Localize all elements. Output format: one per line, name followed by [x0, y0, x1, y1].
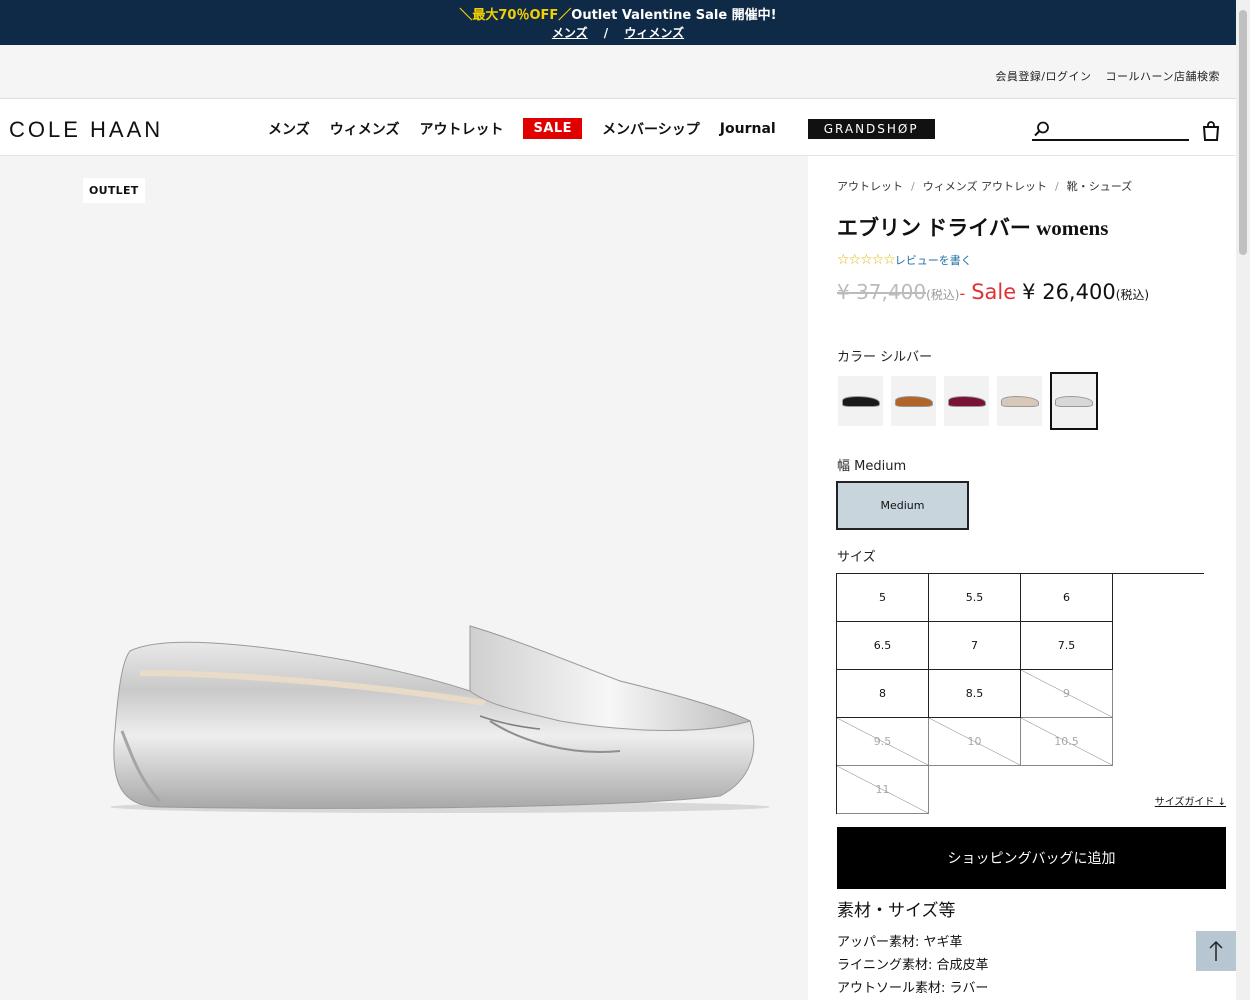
- swatch-shoe-image: [1000, 395, 1039, 407]
- material-lining: ライニング素材: 合成皮革: [837, 958, 989, 973]
- main-nav: メンズ ウィメンズ アウトレット SALE メンバーシップ Journal GR…: [258, 118, 945, 139]
- color-swatch-beige[interactable]: [997, 376, 1042, 426]
- tax-note: (税込): [1115, 288, 1150, 302]
- back-to-top-button[interactable]: [1196, 931, 1236, 971]
- login-link[interactable]: 会員登録/ログイン: [995, 70, 1091, 83]
- product-gallery: OUTLET: [0, 156, 808, 1000]
- nav-membership[interactable]: メンバーシップ: [602, 119, 700, 139]
- rating: ☆☆☆☆☆レビューを書く: [837, 252, 972, 268]
- breadcrumb-shoes[interactable]: 靴・シューズ: [1067, 180, 1132, 193]
- breadcrumb: アウトレット / ウィメンズ アウトレット / 靴・シューズ: [837, 178, 1132, 194]
- size-option[interactable]: 6: [1021, 574, 1113, 622]
- size-option: 11: [837, 766, 929, 814]
- size-option[interactable]: 6.5: [837, 622, 929, 670]
- add-to-bag-button[interactable]: ショッピングバッグに追加: [837, 827, 1226, 889]
- promo-links: メンズ / ウィメンズ: [0, 24, 1236, 41]
- size-grid: 5 5.5 6 6.5 7 7.5 8 8.5 9 9.5 10 10.5 11: [836, 573, 1204, 814]
- material-outsole: アウトソール素材: ラバー: [837, 981, 989, 996]
- product-title: エブリン ドライバー womens: [837, 216, 1109, 240]
- price-block: ¥ 37,400(税込)- Sale ¥ 26,400(税込): [837, 280, 1149, 304]
- swatch-shoe-image: [841, 395, 880, 407]
- size-option: 10.5: [1021, 718, 1113, 766]
- size-option[interactable]: 5: [837, 574, 929, 622]
- width-label: 幅 Medium: [837, 459, 907, 474]
- store-locator-link[interactable]: コールハーン店舗検索: [1106, 70, 1220, 83]
- color-swatch-black[interactable]: [838, 376, 883, 426]
- breadcrumb-separator: /: [1055, 180, 1059, 193]
- size-label: サイズ: [837, 550, 876, 565]
- arrow-up-icon: [1209, 940, 1223, 961]
- size-option: 9: [1021, 670, 1113, 718]
- write-review-link[interactable]: レビューを書く: [895, 254, 972, 267]
- size-option[interactable]: 7.5: [1021, 622, 1113, 670]
- color-label: カラー シルバー: [837, 350, 933, 365]
- nav-grandshop[interactable]: GRANDSHØP: [807, 118, 935, 139]
- promo-text: ＼最大70％OFF／Outlet Valentine Sale 開催中!: [0, 4, 1236, 23]
- star-rating-icon: ☆☆☆☆☆: [837, 252, 896, 268]
- promo-highlight: ＼最大70％OFF／: [459, 8, 572, 23]
- promo-link-separator: /: [603, 26, 609, 40]
- size-guide-link[interactable]: サイズガイド ↓: [1155, 793, 1226, 808]
- color-swatch-silver[interactable]: [1050, 372, 1098, 430]
- price-dash: -: [959, 284, 966, 303]
- promo-message: Outlet Valentine Sale 開催中!: [571, 8, 777, 23]
- page-scrollbar[interactable]: [1236, 0, 1250, 1000]
- utility-bar: 会員登録/ログイン コールハーン店舗検索: [0, 45, 1236, 99]
- shopping-bag-icon[interactable]: [1202, 121, 1220, 141]
- product-detail-panel: アウトレット / ウィメンズ アウトレット / 靴・シューズ エブリン ドライバー wo…: [808, 156, 1236, 1000]
- nav-sale[interactable]: SALE: [523, 118, 583, 139]
- color-swatch-tan[interactable]: [891, 376, 936, 426]
- sale-price: ¥ 26,400: [1022, 280, 1116, 304]
- size-option[interactable]: 8.5: [929, 670, 1021, 718]
- nav-journal[interactable]: Journal: [720, 121, 776, 137]
- color-swatch-burgundy[interactable]: [944, 376, 989, 426]
- search-input[interactable]: [1054, 121, 1184, 139]
- swatch-shoe-image: [1055, 395, 1093, 407]
- size-option[interactable]: 8: [837, 670, 929, 718]
- promo-link-womens[interactable]: ウィメンズ: [624, 26, 684, 40]
- size-option: 10: [929, 718, 1021, 766]
- materials-title: 素材・サイズ等: [837, 901, 956, 921]
- search-icon[interactable]: [1034, 121, 1050, 137]
- promo-link-mens[interactable]: メンズ: [552, 26, 588, 40]
- brand-logo[interactable]: COLE HAAN: [9, 117, 163, 143]
- tax-note: (税込): [926, 288, 960, 302]
- material-upper: アッパー素材: ヤギ革: [837, 935, 963, 950]
- nav-outlet[interactable]: アウトレット: [419, 119, 503, 139]
- nav-womens[interactable]: ウィメンズ: [330, 119, 400, 139]
- breadcrumb-separator: /: [911, 180, 915, 193]
- width-option-medium[interactable]: Medium: [836, 481, 969, 530]
- nav-mens[interactable]: メンズ: [268, 119, 310, 139]
- promo-banner: ＼最大70％OFF／Outlet Valentine Sale 開催中! メンズ…: [0, 0, 1236, 45]
- utility-links: 会員登録/ログイン コールハーン店舗検索: [985, 68, 1220, 84]
- swatch-shoe-image: [894, 395, 933, 407]
- breadcrumb-womens-outlet[interactable]: ウィメンズ アウトレット: [923, 180, 1047, 193]
- swatch-shoe-image: [947, 395, 986, 407]
- product-image[interactable]: [100, 611, 770, 821]
- sale-label: Sale: [971, 280, 1017, 304]
- search-box: [1032, 121, 1189, 141]
- breadcrumb-outlet[interactable]: アウトレット: [837, 180, 903, 193]
- scrollbar-thumb[interactable]: [1239, 10, 1247, 255]
- color-swatches: [838, 372, 1106, 430]
- size-option: 9.5: [837, 718, 929, 766]
- outlet-badge: OUTLET: [83, 178, 145, 203]
- size-option[interactable]: 5.5: [929, 574, 1021, 622]
- size-option[interactable]: 7: [929, 622, 1021, 670]
- original-price: ¥ 37,400: [837, 280, 927, 304]
- site-header: COLE HAAN メンズ ウィメンズ アウトレット SALE メンバーシップ …: [0, 99, 1236, 156]
